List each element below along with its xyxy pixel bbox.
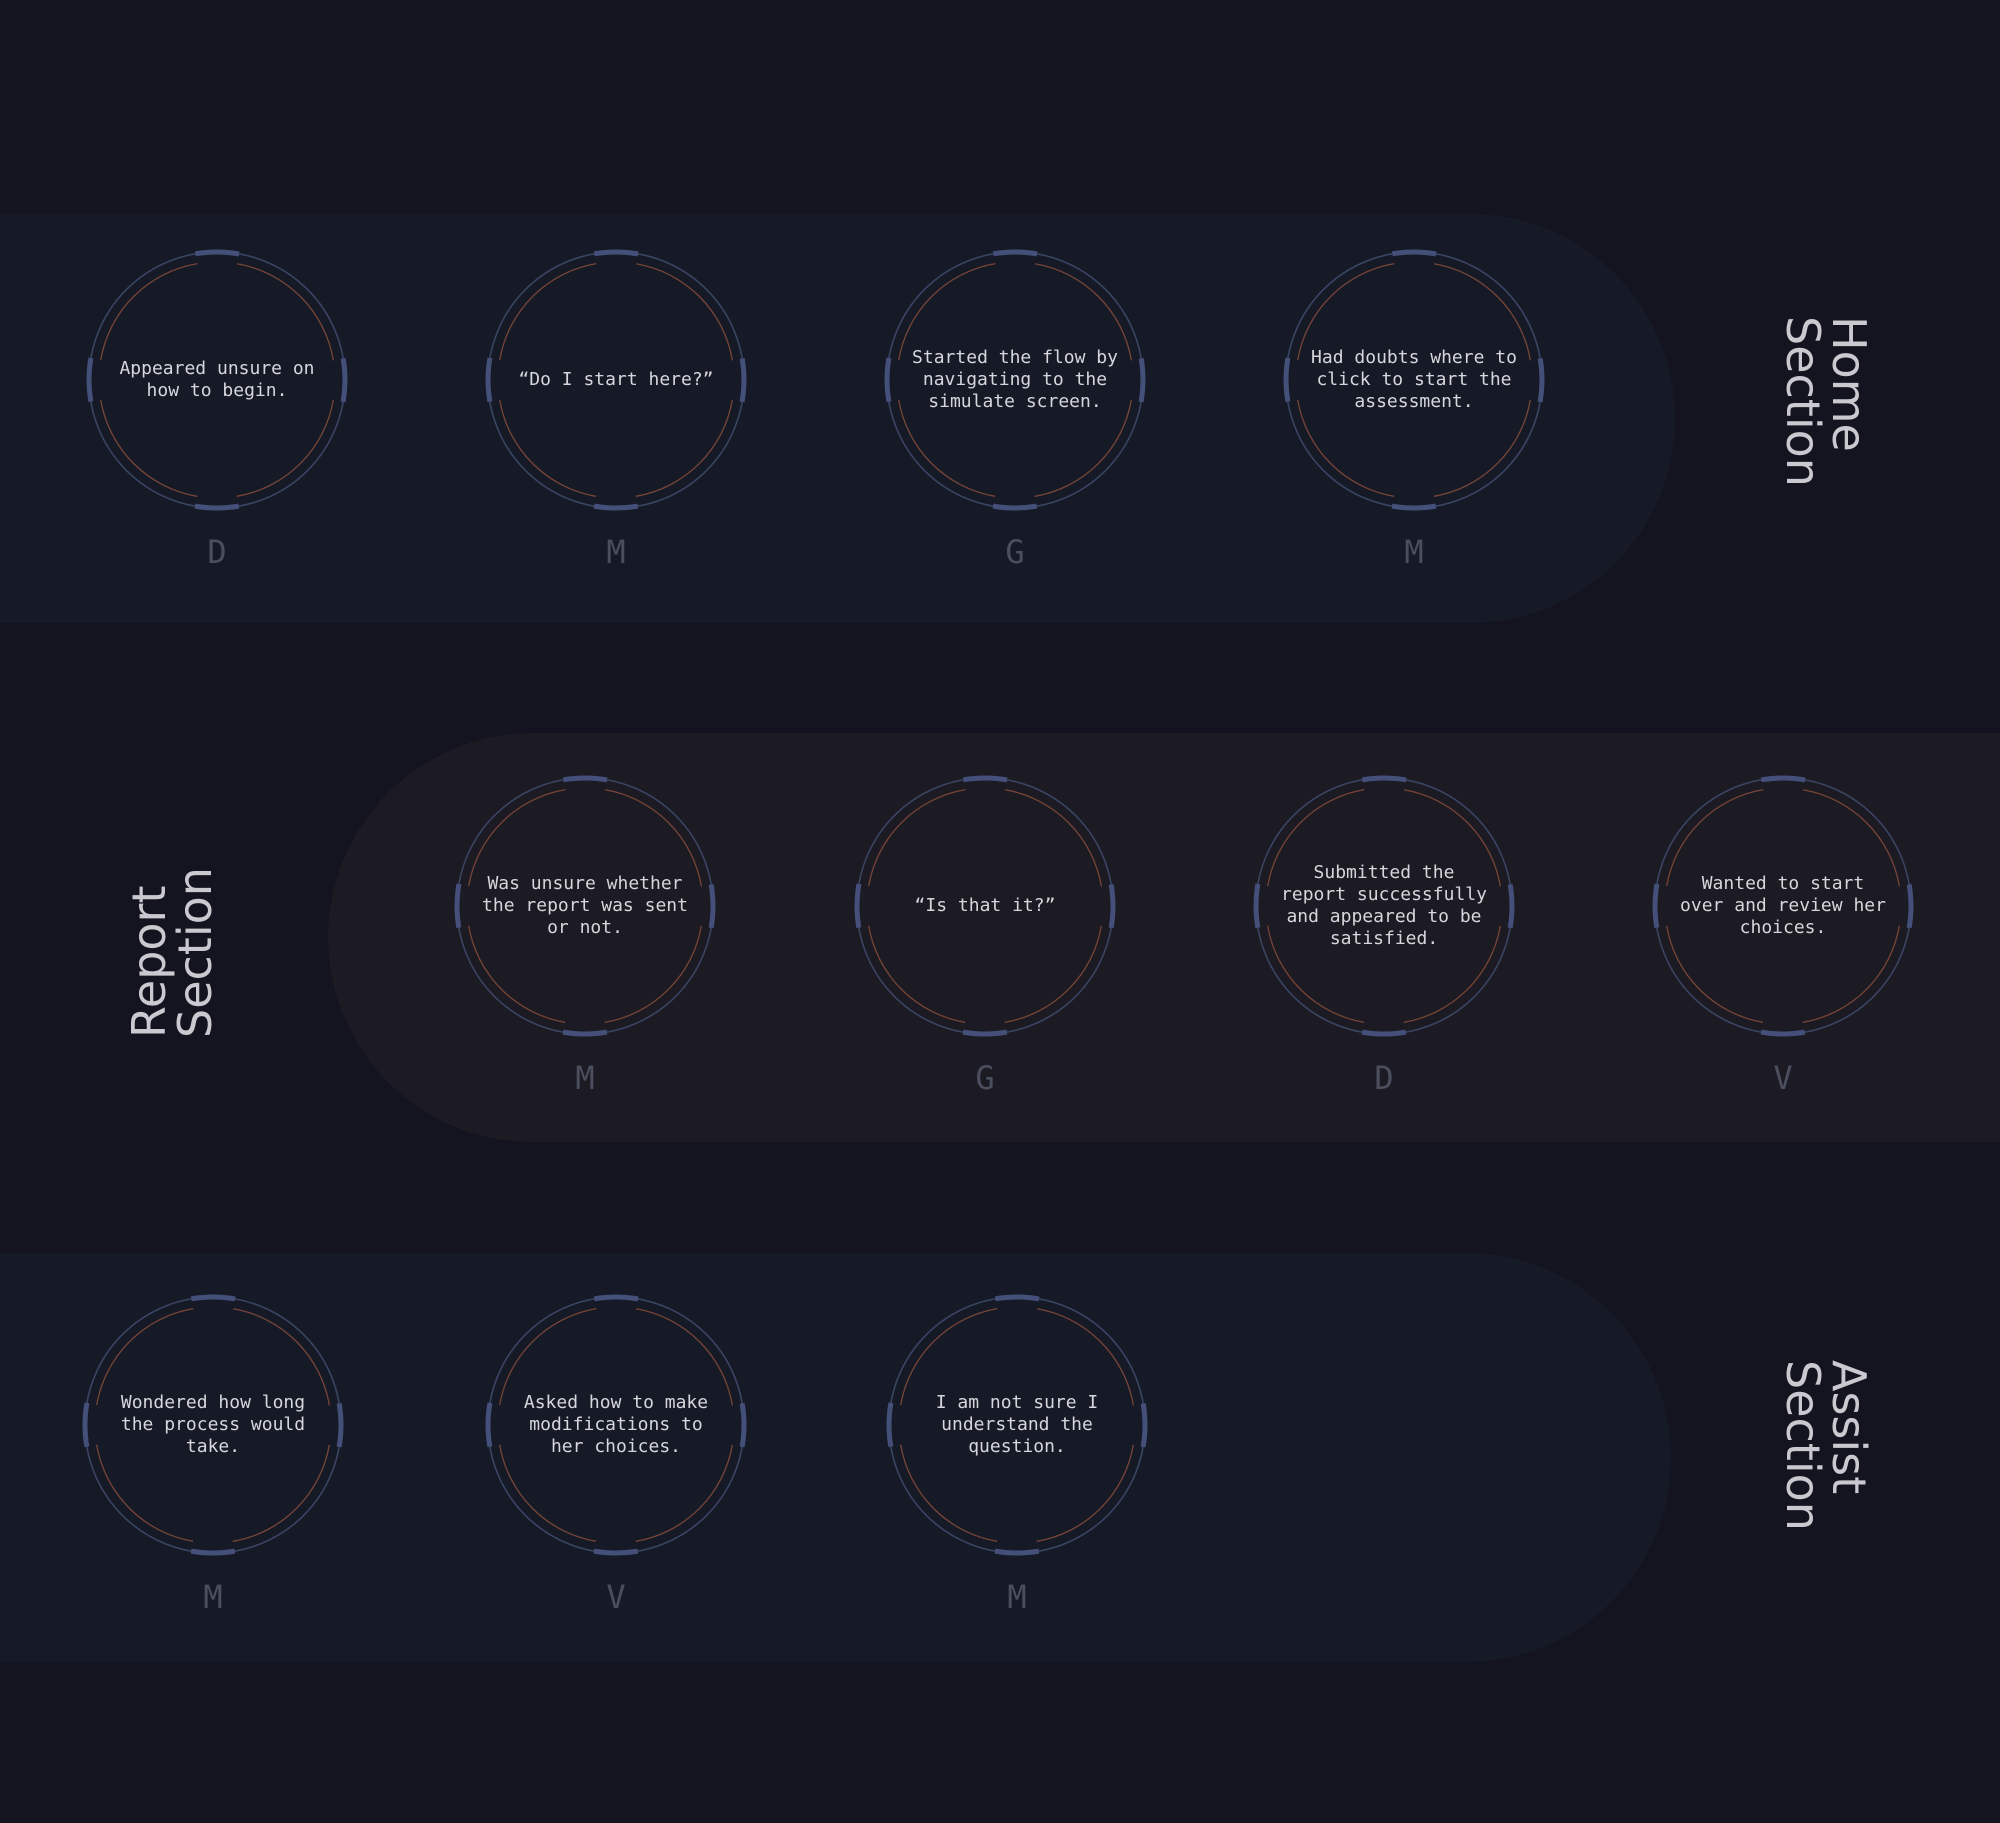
observation-text: Wanted to start over and review her choi…	[1680, 873, 1886, 938]
observation-text: Was unsure whether the report was sent o…	[482, 873, 688, 938]
observation-text: Submitted the report successfully and ap…	[1281, 862, 1487, 949]
observation-card: Submitted the report successfully and ap…	[1249, 771, 1519, 1101]
participant-initial: D	[1374, 1059, 1394, 1097]
label-line: Assist	[1822, 1360, 1876, 1495]
assist-section-label: Assist Section	[1776, 1360, 1876, 1560]
label-line: Report	[122, 885, 176, 1039]
observation-text: Wondered how long the process would take…	[120, 1392, 306, 1457]
observation-card: Was unsure whether the report was sent o…	[450, 771, 720, 1101]
participant-initial: G	[975, 1059, 995, 1097]
observation-card: Started the flow by navigating to the si…	[880, 245, 1150, 575]
label-line: Home	[1822, 316, 1876, 452]
observation-text: Started the flow by navigating to the si…	[912, 347, 1118, 412]
observation-card: “Do I start here?” M	[481, 245, 751, 575]
participant-initial: D	[207, 533, 227, 571]
observation-card: Wondered how long the process would take…	[78, 1290, 348, 1620]
observation-text: Appeared unsure on how to begin.	[119, 358, 315, 401]
observation-card: “Is that it?” G	[850, 771, 1120, 1101]
participant-initial: M	[203, 1578, 223, 1616]
participant-initial: G	[1005, 533, 1025, 571]
participant-initial: M	[575, 1059, 595, 1097]
participant-initial: V	[606, 1578, 626, 1616]
participant-initial: V	[1773, 1059, 1793, 1097]
observation-text: “Do I start here?”	[518, 369, 714, 390]
observation-card: I am not sure I understand the question.…	[882, 1290, 1152, 1620]
observation-text: “Is that it?”	[914, 895, 1056, 916]
label-line: Section	[1776, 316, 1830, 487]
observation-text: Asked how to make modifications to her c…	[523, 1392, 709, 1457]
label-line: Section	[168, 867, 222, 1038]
observation-text: I am not sure I understand the question.	[935, 1392, 1099, 1457]
observation-card: Appeared unsure on how to begin. D	[82, 245, 352, 575]
observation-text: Had doubts where to click to start the a…	[1311, 347, 1517, 412]
label-line: Section	[1776, 1360, 1830, 1531]
home-section-label: Home Section	[1776, 316, 1876, 516]
observation-card: Wanted to start over and review her choi…	[1648, 771, 1918, 1101]
observation-card: Had doubts where to click to start the a…	[1279, 245, 1549, 575]
observation-card: Asked how to make modifications to her c…	[481, 1290, 751, 1620]
participant-initial: M	[606, 533, 626, 571]
participant-initial: M	[1404, 533, 1424, 571]
report-section-label: Report Section	[122, 838, 222, 1039]
participant-initial: M	[1007, 1578, 1027, 1616]
